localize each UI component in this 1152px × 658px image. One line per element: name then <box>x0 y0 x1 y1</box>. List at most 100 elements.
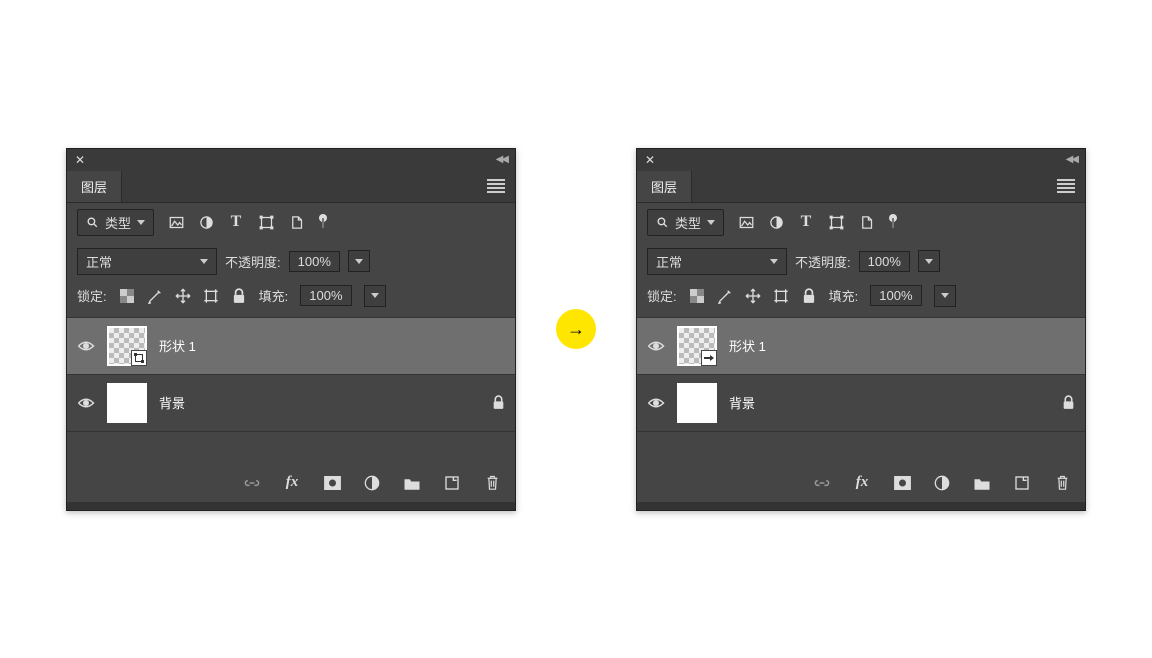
layer-thumbnail[interactable] <box>677 326 717 366</box>
opacity-label: 不透明度: <box>795 252 851 271</box>
panel-menu-icon[interactable] <box>1057 179 1075 193</box>
layer-style-icon[interactable]: fx <box>283 474 301 492</box>
pixel-filter-icon[interactable] <box>168 214 184 230</box>
filter-toggle[interactable] <box>888 214 898 230</box>
lock-pixels-icon[interactable] <box>717 288 733 304</box>
close-icon[interactable]: ✕ <box>645 153 655 167</box>
text-filter-icon[interactable]: T <box>798 214 814 230</box>
shape-filter-icon[interactable] <box>828 214 844 230</box>
delete-layer-icon[interactable] <box>1053 474 1071 492</box>
delete-layer-icon[interactable] <box>483 474 501 492</box>
text-filter-icon[interactable]: T <box>228 214 244 230</box>
panel-footer: fx <box>637 462 1085 502</box>
adjustment-filter-icon[interactable] <box>768 214 784 230</box>
lock-all-icon[interactable] <box>801 288 817 304</box>
layer-name[interactable]: 背景 <box>159 393 480 412</box>
layer-thumbnail[interactable] <box>107 383 147 423</box>
layer-name[interactable]: 背景 <box>729 393 1050 412</box>
fill-input[interactable]: 100% <box>300 285 351 306</box>
panel-tabbar: 图层 <box>637 171 1085 203</box>
chevron-down-icon <box>770 259 778 264</box>
blend-mode-dropdown[interactable]: 正常 <box>77 248 217 275</box>
lock-transparency-icon[interactable] <box>119 288 135 304</box>
filter-kind-dropdown[interactable]: 类型 <box>77 209 154 236</box>
panel-tabbar: 图层 <box>67 171 515 203</box>
lock-label: 锁定: <box>647 286 677 305</box>
filter-toggle[interactable] <box>318 214 328 230</box>
chevron-down-icon <box>200 259 208 264</box>
lock-artboard-icon[interactable] <box>203 288 219 304</box>
lock-position-icon[interactable] <box>175 288 191 304</box>
collapse-icon[interactable]: ◀◀ <box>1066 154 1077 165</box>
chevron-down-icon <box>137 220 145 225</box>
lock-all-icon[interactable] <box>231 288 247 304</box>
fill-stepper[interactable] <box>364 285 386 307</box>
transition-arrow-icon: → <box>556 309 596 349</box>
resize-grip[interactable] <box>637 502 1085 510</box>
filter-type-icons: T <box>738 214 898 230</box>
panel-titlebar: ✕ ◀◀ <box>67 149 515 171</box>
layer-name[interactable]: 形状 1 <box>159 336 505 355</box>
visibility-icon[interactable] <box>77 340 95 352</box>
link-layers-icon[interactable] <box>243 474 261 492</box>
opacity-input[interactable]: 100% <box>859 251 910 272</box>
layer-thumbnail[interactable] <box>107 326 147 366</box>
fill-input[interactable]: 100% <box>870 285 921 306</box>
layer-row[interactable]: 形状 1 <box>637 318 1085 375</box>
opacity-stepper[interactable] <box>918 250 940 272</box>
visibility-icon[interactable] <box>77 397 95 409</box>
new-layer-icon[interactable] <box>1013 474 1031 492</box>
layer-row[interactable]: 背景 <box>637 375 1085 432</box>
lock-label: 锁定: <box>77 286 107 305</box>
fill-stepper[interactable] <box>934 285 956 307</box>
tab-layers[interactable]: 图层 <box>637 171 692 202</box>
lock-pixels-icon[interactable] <box>147 288 163 304</box>
smartobject-filter-icon[interactable] <box>288 214 304 230</box>
opacity-input[interactable]: 100% <box>289 251 340 272</box>
adjustment-filter-icon[interactable] <box>198 214 214 230</box>
collapse-icon[interactable]: ◀◀ <box>496 154 507 165</box>
resize-grip[interactable] <box>67 502 515 510</box>
filter-kind-dropdown[interactable]: 类型 <box>647 209 724 236</box>
fill-label: 填充: <box>829 286 859 305</box>
shape-filter-icon[interactable] <box>258 214 274 230</box>
filter-row: 类型 T <box>67 203 515 242</box>
smart-object-badge-icon <box>701 350 717 366</box>
smartobject-filter-icon[interactable] <box>858 214 874 230</box>
panel-footer: fx <box>67 462 515 502</box>
lock-position-icon[interactable] <box>745 288 761 304</box>
tab-layers[interactable]: 图层 <box>67 171 122 202</box>
adjustment-layer-icon[interactable] <box>363 474 381 492</box>
layers-panel-before: ✕ ◀◀ 图层 类型 T 正常 不透明度: 100% <box>66 148 516 511</box>
layer-mask-icon[interactable] <box>323 474 341 492</box>
visibility-icon[interactable] <box>647 340 665 352</box>
panel-menu-icon[interactable] <box>487 179 505 193</box>
visibility-icon[interactable] <box>647 397 665 409</box>
pixel-filter-icon[interactable] <box>738 214 754 230</box>
layer-thumbnail[interactable] <box>677 383 717 423</box>
layer-list: 形状 1 背景 <box>637 317 1085 432</box>
opacity-stepper[interactable] <box>348 250 370 272</box>
lock-artboard-icon[interactable] <box>773 288 789 304</box>
layer-name[interactable]: 形状 1 <box>729 336 1075 355</box>
close-icon[interactable]: ✕ <box>75 153 85 167</box>
layer-row[interactable]: 形状 1 <box>67 318 515 375</box>
link-layers-icon[interactable] <box>813 474 831 492</box>
blend-mode-dropdown[interactable]: 正常 <box>647 248 787 275</box>
layer-list: 形状 1 背景 <box>67 317 515 432</box>
new-layer-icon[interactable] <box>443 474 461 492</box>
lock-transparency-icon[interactable] <box>689 288 705 304</box>
lock-icon <box>1062 395 1075 410</box>
blend-row: 正常 不透明度: 100% <box>637 242 1085 281</box>
blend-row: 正常 不透明度: 100% <box>67 242 515 281</box>
layer-style-icon[interactable]: fx <box>853 474 871 492</box>
group-icon[interactable] <box>973 474 991 492</box>
search-icon <box>656 216 669 229</box>
group-icon[interactable] <box>403 474 421 492</box>
panel-titlebar: ✕ ◀◀ <box>637 149 1085 171</box>
filter-kind-label: 类型 <box>105 213 131 232</box>
layer-mask-icon[interactable] <box>893 474 911 492</box>
filter-row: 类型 T <box>637 203 1085 242</box>
adjustment-layer-icon[interactable] <box>933 474 951 492</box>
layer-row[interactable]: 背景 <box>67 375 515 432</box>
